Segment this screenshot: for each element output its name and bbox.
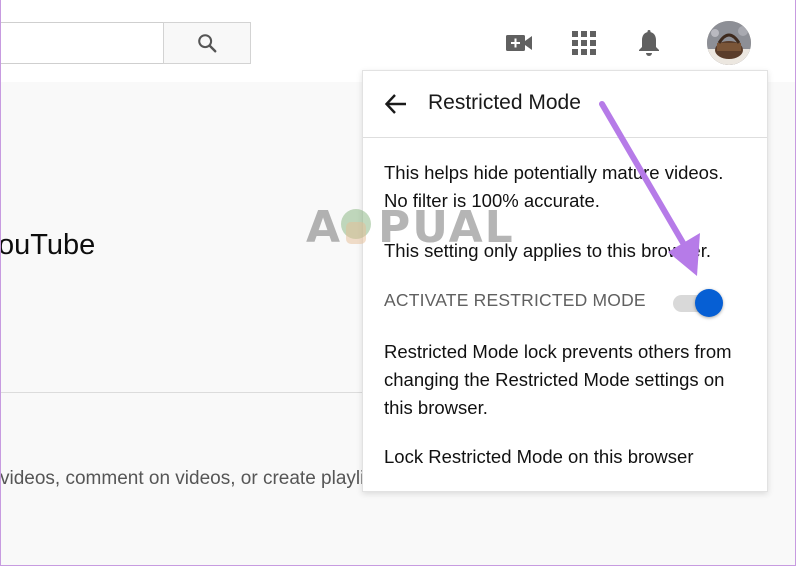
toggle-knob <box>695 289 723 317</box>
lock-info-line-2: changing the Restricted Mode settings on <box>384 369 725 390</box>
restricted-mode-toggle[interactable] <box>673 287 725 319</box>
apps-button[interactable] <box>569 28 599 58</box>
activate-restricted-mode-label: ACTIVATE RESTRICTED MODE <box>384 290 646 310</box>
panel-title: Restricted Mode <box>428 91 581 114</box>
panel-header: Restricted Mode <box>363 71 767 138</box>
search-icon <box>198 34 217 53</box>
page-title-fragment: ouTube <box>0 229 96 261</box>
avatar[interactable] <box>707 21 751 65</box>
search-input[interactable] <box>0 22 164 64</box>
lock-restricted-mode-link[interactable]: Lock Restricted Mode on this browser <box>384 443 694 471</box>
divider <box>0 392 362 393</box>
notifications-button[interactable] <box>634 28 664 58</box>
description-line-2: No filter is 100% accurate. <box>384 190 600 211</box>
bell-icon <box>639 30 659 56</box>
page-body-text: videos, comment on videos, or create pla… <box>0 468 362 489</box>
video-camera-plus-icon <box>506 35 532 51</box>
apps-grid-icon <box>572 31 596 55</box>
lock-info-line-3: this browser. <box>384 397 488 418</box>
arrow-left-icon <box>384 94 406 114</box>
create-video-button[interactable] <box>504 28 534 58</box>
restricted-mode-panel: Restricted Mode This helps hide potentia… <box>362 70 768 492</box>
svg-text:A: A <box>306 202 342 252</box>
lock-info-line-1: Restricted Mode lock prevents others fro… <box>384 341 732 362</box>
user-avatar <box>707 21 751 65</box>
search-button[interactable] <box>163 22 251 64</box>
setting-note: This setting only applies to this browse… <box>384 240 711 261</box>
description-line-1: This helps hide potentially mature video… <box>384 162 724 183</box>
back-button[interactable] <box>381 89 411 119</box>
